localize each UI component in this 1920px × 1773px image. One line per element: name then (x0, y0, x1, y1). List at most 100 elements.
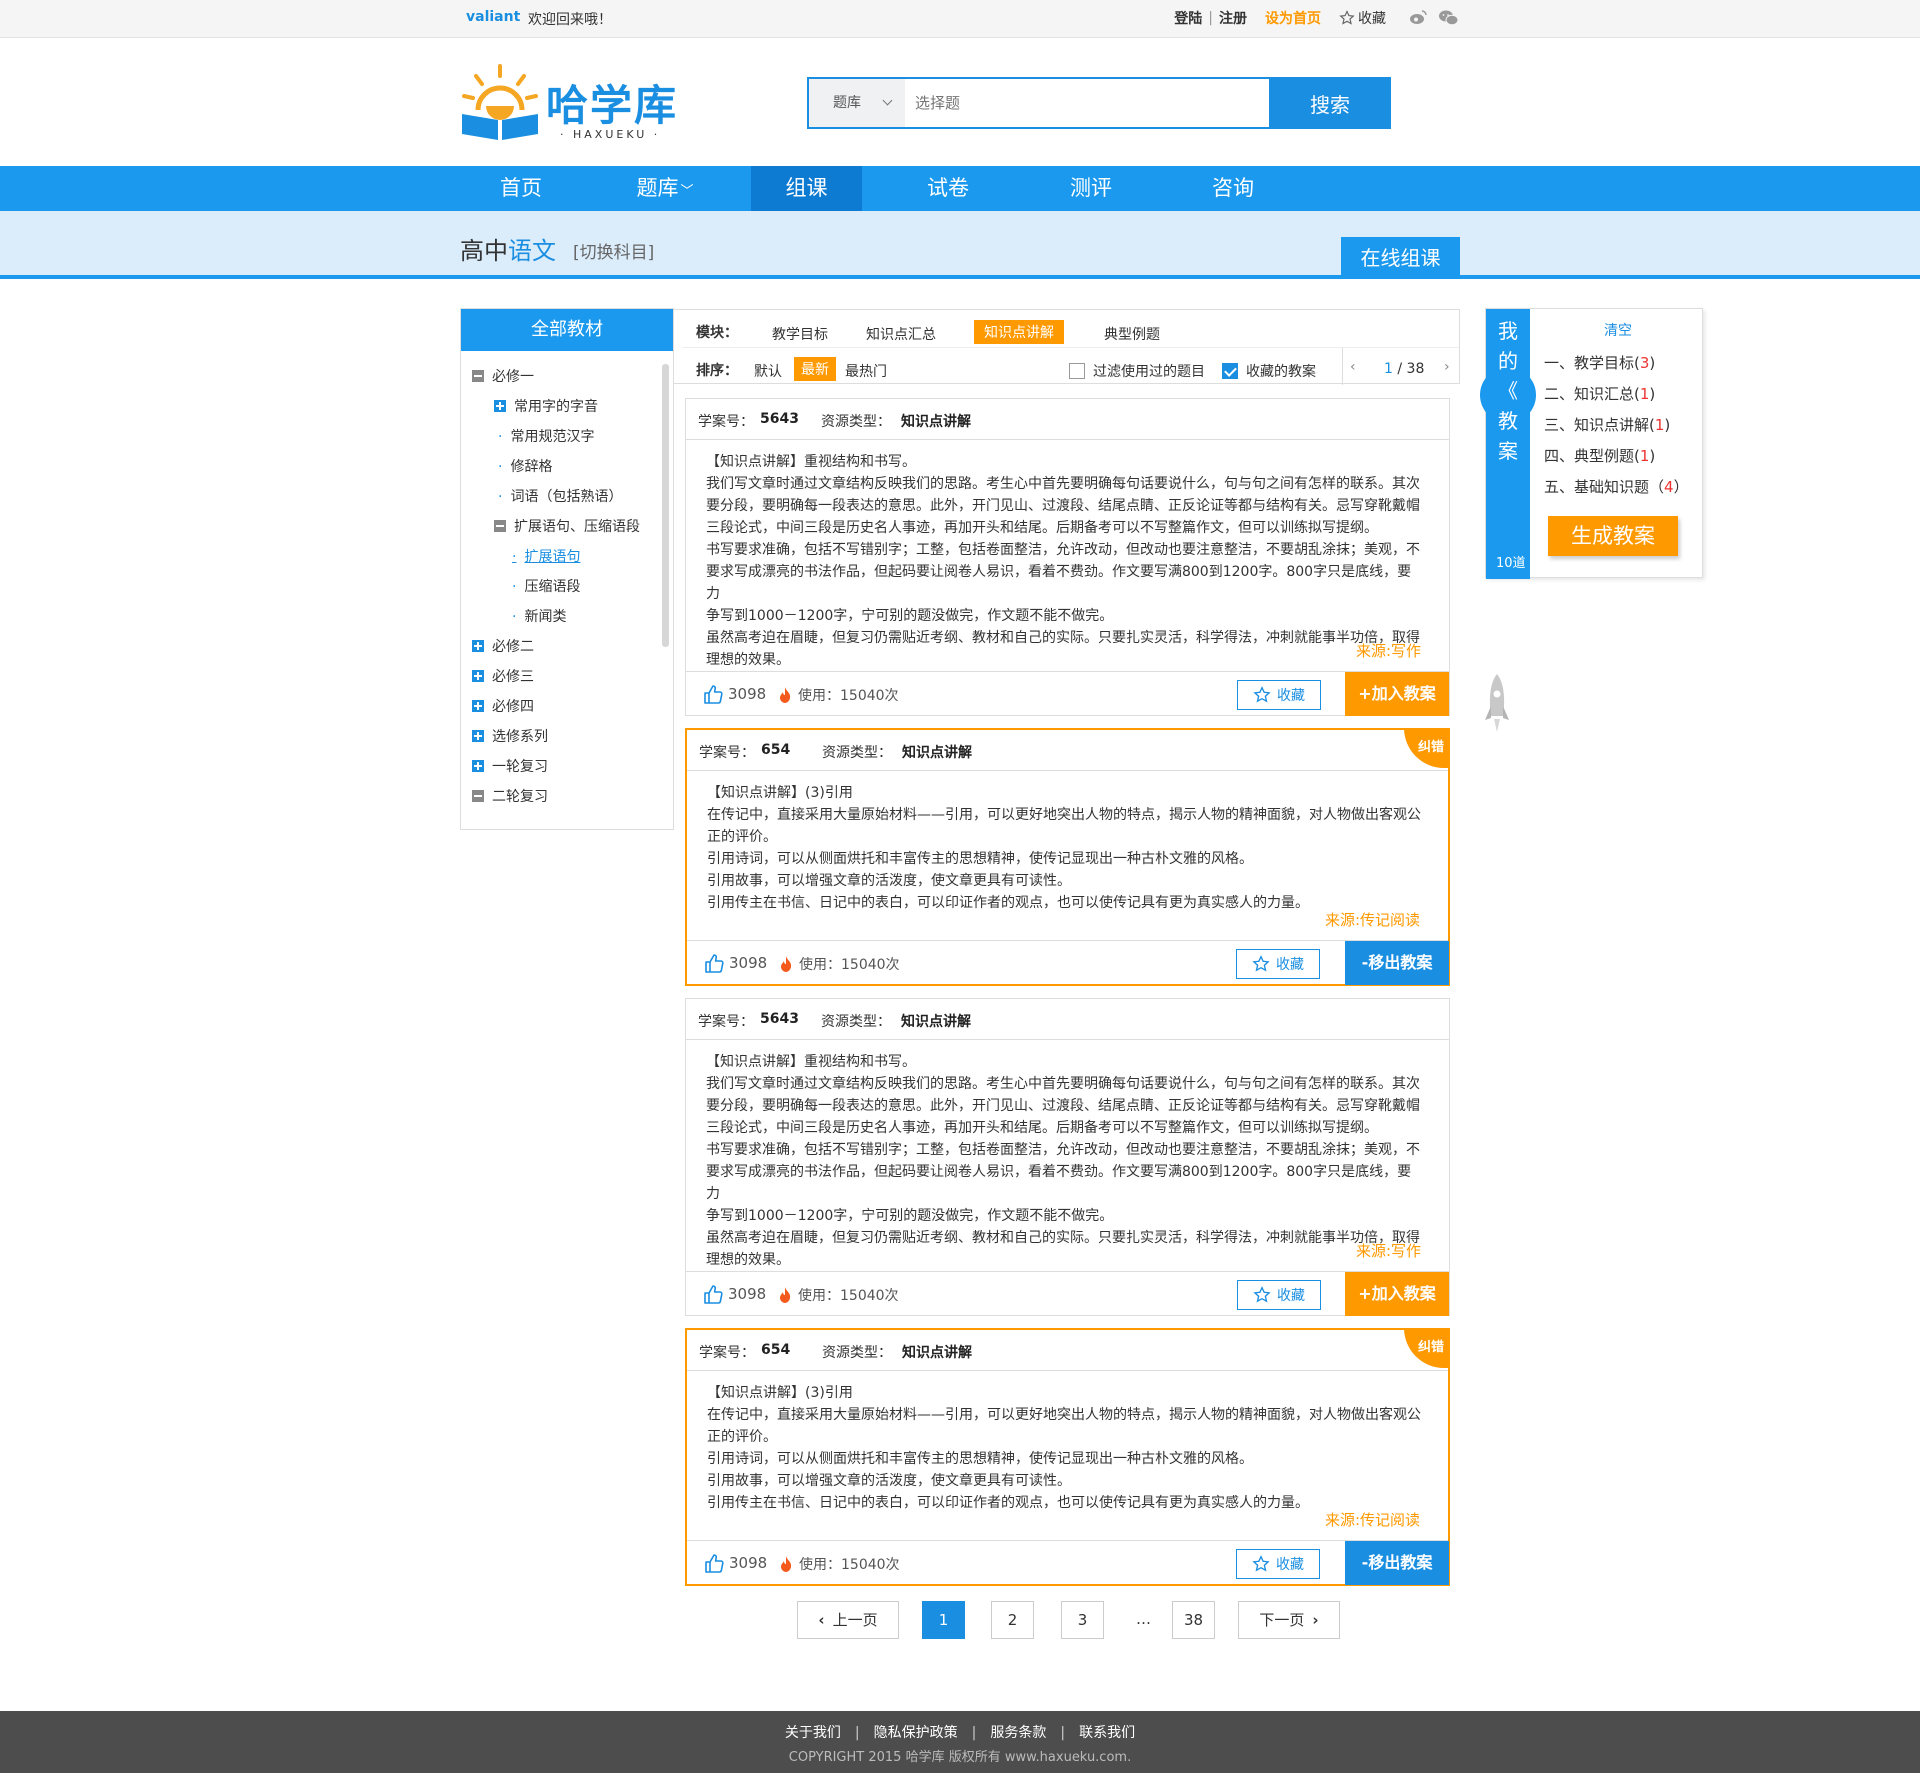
generate-lesson-button[interactable]: 生成教案 (1548, 516, 1678, 556)
lesson-section[interactable]: 五、基础知识题（4） (1544, 476, 1689, 497)
wechat-icon[interactable] (1438, 9, 1460, 27)
chevron-left-icon[interactable]: ‹ (1350, 359, 1356, 375)
collapse-icon[interactable] (494, 520, 506, 532)
expand-icon[interactable] (472, 670, 484, 682)
add-to-lesson-button[interactable]: +加入教案 (1345, 672, 1449, 716)
switch-subject-link[interactable]: [切换科目] (573, 238, 654, 263)
logo-sub: · HAXUEKU · (560, 128, 661, 141)
online-lesson-button[interactable]: 在线组课 (1341, 237, 1460, 279)
add-to-lesson-button[interactable]: +加入教案 (1345, 1272, 1449, 1316)
nav-item-question-bank[interactable]: 题库 ﹀ (610, 166, 720, 211)
page-button[interactable]: 3 (1061, 1601, 1104, 1639)
paren: ） (1673, 478, 1689, 496)
lesson-section[interactable]: 二、知识汇总(1) (1544, 383, 1655, 404)
expand-icon[interactable] (472, 760, 484, 772)
nav-item-paper[interactable]: 试卷 (893, 166, 1003, 211)
content-line: 引用诗词，可以从侧面烘托和丰富传主的思想精神，使传记显现出一种古朴文雅的风格。 (707, 1451, 1253, 1467)
register-link[interactable]: 注册 (1219, 8, 1247, 28)
sort-option[interactable]: 默认 (754, 361, 782, 381)
lesson-section-label: 二、知识汇总 (1544, 385, 1635, 403)
module-option[interactable]: 知识点汇总 (866, 324, 936, 344)
login-link[interactable]: 登陆 (1174, 8, 1202, 28)
tree-node[interactable]: · 新闻类 (512, 606, 566, 626)
module-option[interactable]: 典型例题 (1104, 324, 1160, 344)
remove-from-lesson-button[interactable]: -移出教案 (1345, 1541, 1449, 1585)
logo-brand: 哈学库 (546, 81, 679, 130)
logo[interactable]: 哈学库 · HAXUEKU · (460, 62, 690, 146)
search-button[interactable]: 搜索 (1269, 77, 1391, 129)
tree-node[interactable]: · 词语（包括熟语） (498, 486, 622, 506)
search-category-select[interactable]: 题库 (809, 79, 905, 127)
remove-from-lesson-button[interactable]: -移出教案 (1345, 941, 1449, 985)
like-button[interactable]: 3098 (703, 952, 767, 974)
tree-node[interactable]: 扩展语句、压缩语段 (494, 516, 640, 536)
footer-link-contact[interactable]: 联系我们 (1079, 1725, 1135, 1741)
expand-icon[interactable] (472, 700, 484, 712)
like-button[interactable]: 3098 (702, 1283, 766, 1305)
tree-node[interactable]: 二轮复习 (472, 786, 548, 806)
lesson-section[interactable]: 一、教学目标(3) (1544, 352, 1655, 373)
tree-node-label: 选修系列 (492, 729, 548, 745)
collapse-icon[interactable] (472, 790, 484, 802)
usage-count: 使用：15040次 (798, 688, 899, 704)
page-button[interactable]: 38 (1172, 1601, 1215, 1639)
expand-icon[interactable] (494, 400, 506, 412)
collect-button[interactable]: 收藏 (1236, 1549, 1320, 1579)
next-page-button[interactable]: 下一页 › (1238, 1601, 1340, 1639)
collapse-icon[interactable] (472, 370, 484, 382)
tree-node[interactable]: · 常用规范汉字 (498, 426, 594, 446)
set-home-link[interactable]: 设为首页 (1265, 8, 1321, 28)
weibo-icon[interactable] (1408, 9, 1428, 25)
lesson-section[interactable]: 四、典型例题(1) (1544, 445, 1655, 466)
chevron-right-icon[interactable]: › (1444, 359, 1450, 375)
tree-node[interactable]: 选修系列 (472, 726, 548, 746)
tree-node[interactable]: · 修辞格 (498, 456, 552, 476)
tree-node[interactable]: 必修一 (472, 366, 534, 386)
nav-item-lesson[interactable]: 组课 (751, 166, 862, 211)
nav-item-assessment[interactable]: 测评 (1036, 166, 1146, 211)
tree-node[interactable]: · 压缩语段 (512, 576, 580, 596)
nav-item-home[interactable]: 首页 (466, 166, 576, 211)
filter-used-checkbox[interactable]: 过滤使用过的题目 (1069, 361, 1205, 381)
expand-icon[interactable] (472, 730, 484, 742)
usage-info: 使用：15040次 (779, 954, 900, 974)
page-button[interactable]: 2 (991, 1601, 1034, 1639)
footer-link-terms[interactable]: 服务条款 (990, 1725, 1046, 1741)
like-button[interactable]: 3098 (703, 1552, 767, 1574)
collect-button[interactable]: 收藏 (1237, 1280, 1321, 1310)
tree-node-selected[interactable]: · 扩展语句 (512, 546, 580, 566)
page-button-active[interactable]: 1 (922, 1601, 965, 1639)
back-to-top-rocket-icon[interactable] (1484, 672, 1510, 734)
collect-button[interactable]: 收藏 (1236, 949, 1320, 979)
module-option[interactable]: 教学目标 (772, 324, 828, 344)
tree-node[interactable]: 必修四 (472, 696, 534, 716)
paren: ) (1649, 385, 1656, 403)
favorite-link[interactable]: 收藏 (1339, 8, 1386, 28)
username-link[interactable]: valiant (466, 9, 520, 25)
like-button[interactable]: 3098 (702, 683, 766, 705)
search-input[interactable] (909, 79, 1239, 127)
sort-option-active[interactable]: 最新 (794, 357, 836, 381)
tree-node[interactable]: 必修二 (472, 636, 534, 656)
expand-icon[interactable] (472, 640, 484, 652)
lesson-section[interactable]: 三、知识点讲解(1) (1544, 414, 1670, 435)
footer-link-privacy[interactable]: 隐私保护政策 (874, 1725, 958, 1741)
prev-page-button[interactable]: ‹ 上一页 (797, 1601, 899, 1639)
case-id: 5643 (760, 1011, 799, 1027)
module-option-active[interactable]: 知识点讲解 (974, 320, 1064, 344)
card-content: 【知识点讲解】重视结构和书写。 我们写文章时通过文章结构反映我们的思路。考生心中首… (706, 1051, 1423, 1271)
clear-button[interactable]: 清空 (1604, 320, 1632, 340)
collect-button[interactable]: 收藏 (1237, 680, 1321, 710)
filter-used-label: 过滤使用过的题目 (1093, 364, 1205, 380)
tree-scrollbar[interactable] (662, 364, 669, 647)
favorited-checkbox[interactable]: 收藏的教案 (1222, 361, 1316, 381)
sort-option[interactable]: 最热门 (845, 361, 887, 381)
prev-page-label: 上一页 (832, 1611, 878, 1629)
tree-node[interactable]: 必修三 (472, 666, 534, 686)
tree-node[interactable]: 一轮复习 (472, 756, 548, 776)
my-lesson-tab[interactable]: 我 的 《 教 案 10道 (1480, 309, 1536, 579)
nav-item-consult[interactable]: 咨询 (1178, 166, 1288, 211)
tree-node[interactable]: 常用字的字音 (494, 396, 598, 416)
footer-link-about[interactable]: 关于我们 (785, 1725, 841, 1741)
divider: | (971, 1725, 977, 1741)
